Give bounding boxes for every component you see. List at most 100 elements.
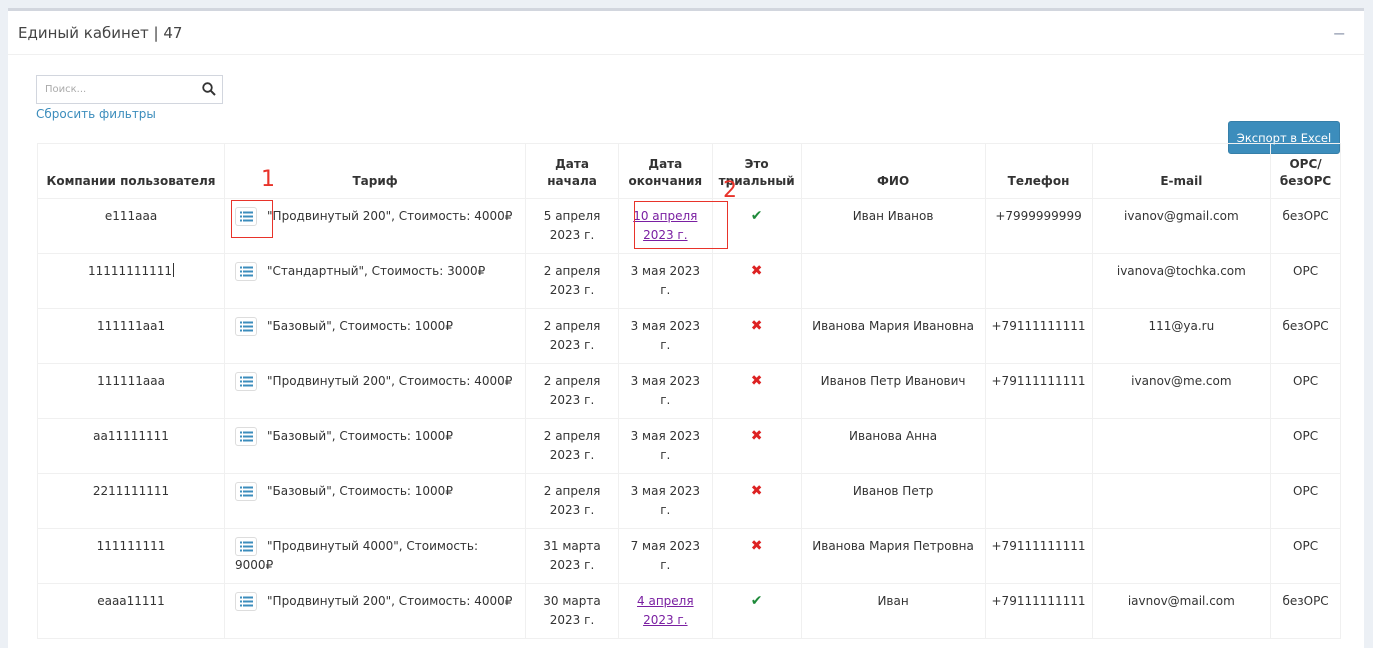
cell-end-date: 3 мая 2023 г. [617,308,713,364]
details-button[interactable] [235,372,258,391]
table-row: 111111aa1 "Базовый", Стоимость: 1000₽ 2 ап… [36,308,1341,364]
cell-start-date: 2 апреля 2023 г. [525,253,619,309]
cell-email [1091,418,1272,474]
cell-phone: +79111111111 [984,363,1093,419]
header-end-date[interactable]: Дата окончания [617,143,713,199]
cell-trial: ✖ [711,308,802,364]
cell-email [1091,473,1272,529]
list-icon [240,486,254,497]
company-name: 111111111 [96,539,166,553]
end-date-text: 3 мая 2023 г. [630,264,701,297]
cross-icon: ✖ [750,483,763,499]
cell-tariff: "Базовый", Стоимость: 1000₽ [224,473,527,529]
header-email[interactable]: E-mail [1091,143,1272,199]
header-start-date[interactable]: Дата начала [525,143,619,199]
search-box [36,75,223,104]
cabinet-panel: Единый кабинет | 47 − Сбросить фильтры Э… [8,8,1364,648]
cell-end-date: 4 апреля 2023 г. [617,583,713,639]
annotation-marker-1: 1 [261,167,275,192]
cell-end-date: 3 мая 2023 г. [617,418,713,474]
annotation-box-2 [634,201,728,249]
cell-tariff: "Стандартный", Стоимость: 3000₽ [224,253,527,309]
cell-trial: ✔ [711,583,802,639]
cell-trial: ✖ [711,418,802,474]
details-button[interactable] [235,317,258,336]
search-input[interactable] [37,76,187,103]
cell-trial: ✖ [711,253,802,309]
cell-start-date: 30 марта 2023 г. [525,583,619,639]
search-icon[interactable] [202,82,216,96]
header-phone[interactable]: Телефон [984,143,1093,199]
cell-phone: +7999999999 [984,198,1093,254]
company-name: aa11111111 [93,429,169,443]
list-icon [240,596,254,607]
table-row: 111111111 "Продвинутый 4000", Стоимость: … [36,528,1341,584]
cell-company: e111aaa [36,198,226,254]
cell-end-date: 7 мая 2023 г. [617,528,713,584]
table-row: 111111aaa "Продвинутый 200", Стоимость: 4… [36,363,1341,419]
cell-fio: Иванова Мария Петровна [800,528,986,584]
minus-icon[interactable]: − [1333,24,1346,43]
cell-fio: Иванова Анна [800,418,986,474]
cell-tariff: "Продвинутый 200", Стоимость: 4000₽ [224,583,527,639]
end-date-text: 7 мая 2023 г. [630,539,701,572]
check-icon: ✔ [750,593,763,609]
cell-ors: ОРС [1270,473,1341,529]
table-row: eaaa11111 "Продвинутый 200", Стоимость: 4… [36,583,1341,639]
cell-fio: Иван Иванов [800,198,986,254]
cross-icon: ✖ [750,538,763,554]
end-date-text: 3 мая 2023 г. [630,484,701,517]
tariff-text: "Базовый", Стоимость: 1000₽ [267,319,453,333]
cell-company: 111111111 [36,528,226,584]
cross-icon: ✖ [750,318,763,334]
cell-company: 111111aaa [36,363,226,419]
cell-start-date: 2 апреля 2023 г. [525,308,619,364]
cross-icon: ✖ [750,373,763,389]
cell-phone: +79111111111 [984,583,1093,639]
details-button[interactable] [235,262,258,281]
table-row: 11111111111 "Стандартный", Стоимость: 300… [36,253,1341,309]
cell-start-date: 2 апреля 2023 г. [525,473,619,529]
list-icon [240,321,254,332]
cell-ors: безОРС [1270,308,1341,364]
cell-end-date: 3 мая 2023 г. [617,473,713,529]
cell-fio: Иванова Мария Ивановна [800,308,986,364]
cell-phone [984,473,1093,529]
company-name: 111111aa1 [96,319,166,333]
details-button[interactable] [235,537,258,556]
list-icon [240,431,254,442]
cell-email: ivanov@gmail.com [1091,198,1272,254]
cell-trial: ✖ [711,363,802,419]
company-name: 111111aaa [97,374,165,388]
tariff-text: "Базовый", Стоимость: 1000₽ [267,484,453,498]
cell-start-date: 5 апреля 2023 г. [525,198,619,254]
end-date-text: 3 мая 2023 г. [630,319,701,352]
cell-phone [984,418,1093,474]
header-fio[interactable]: ФИО [800,143,986,199]
cell-end-date: 3 мая 2023 г. [617,363,713,419]
header-company[interactable]: Компании пользователя [36,143,226,199]
cell-company: 2211111111 [36,473,226,529]
table-header-row: Компании пользователя Тариф Дата начала … [36,143,1341,199]
cell-tariff: "Базовый", Стоимость: 1000₽ [224,418,527,474]
header-ors[interactable]: ОРС/ безОРС [1270,143,1341,199]
cell-company: aa11111111 [36,418,226,474]
cross-icon: ✖ [750,263,763,279]
annotation-box-1 [231,200,273,238]
details-button[interactable] [235,592,258,611]
cell-email: ivanov@me.com [1091,363,1272,419]
details-button[interactable] [235,427,258,446]
cell-end-date: 3 мая 2023 г. [617,253,713,309]
panel-header: Единый кабинет | 47 − [8,11,1364,55]
company-name: e111aaa [104,209,158,223]
check-icon: ✔ [750,208,763,224]
end-date-link[interactable]: 4 апреля 2023 г. [637,594,694,627]
toolbar: Сбросить фильтры Экспорт в Excel [8,55,1364,154]
cell-tariff: "Базовый", Стоимость: 1000₽ [224,308,527,364]
details-button[interactable] [235,482,258,501]
reset-filters-link[interactable]: Сбросить фильтры [36,107,156,121]
cell-tariff: "Продвинутый 200", Стоимость: 4000₽ [224,363,527,419]
cell-trial: ✖ [711,528,802,584]
cell-ors: ОРС [1270,253,1341,309]
tariff-text: "Базовый", Стоимость: 1000₽ [267,429,453,443]
